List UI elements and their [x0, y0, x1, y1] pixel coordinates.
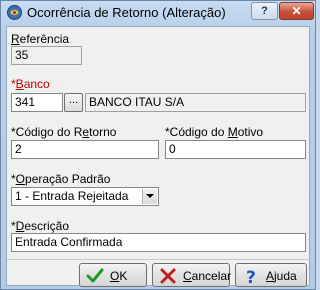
dropdown-button[interactable] — [142, 189, 157, 204]
chevron-down-icon — [146, 194, 154, 198]
banco-code-input[interactable]: 341 — [11, 93, 63, 112]
title-bar[interactable]: Ocorrência de Retorno (Alteração) ? ✕ — [1, 1, 315, 25]
operacao-padrao-select[interactable]: 1 - Entrada Rejeitada — [11, 187, 159, 206]
cancelar-label: Cancelar — [183, 269, 232, 283]
title-close-button[interactable]: ✕ — [279, 2, 314, 20]
codigo-retorno-label: *Código do Retorno — [11, 125, 117, 139]
x-icon — [160, 268, 176, 284]
operacao-padrao-label: *Operação Padrão — [11, 172, 111, 186]
check-icon — [86, 268, 104, 283]
window-title: Ocorrência de Retorno (Alteração) — [27, 5, 226, 20]
ok-button[interactable]: OK — [79, 263, 147, 287]
svg-text:?: ? — [246, 268, 256, 285]
ok-label: OK — [110, 269, 128, 283]
operacao-padrao-value: 1 - Entrada Rejeitada — [15, 189, 129, 203]
codigo-retorno-input[interactable]: 2 — [11, 140, 159, 159]
cancelar-button[interactable]: Cancelar — [152, 263, 232, 287]
form-panel: Referência 35 *Banco 341 ... BANCO ITAU … — [6, 26, 310, 287]
descricao-label: *Descrição — [11, 219, 70, 233]
banco-name-field: BANCO ITAU S/A — [85, 93, 306, 112]
dialog-window: Ocorrência de Retorno (Alteração) ? ✕ Re… — [0, 0, 316, 290]
banco-label: *Banco — [11, 77, 50, 91]
ajuda-label: Ajuda — [266, 269, 297, 283]
banco-lookup-button[interactable]: ... — [64, 93, 83, 112]
referencia-label: Referência — [11, 32, 70, 46]
title-help-button[interactable]: ? — [251, 2, 278, 20]
help-icon: ? — [246, 268, 256, 285]
referencia-field: 35 — [11, 46, 82, 65]
ajuda-button[interactable]: ? Ajuda — [235, 263, 307, 287]
descricao-input[interactable]: Entrada Confirmada — [11, 233, 306, 252]
codigo-motivo-label: *Código do Motivo — [165, 125, 264, 139]
button-bar: OK Cancelar ? Ajuda — [7, 259, 309, 287]
app-icon — [7, 5, 22, 20]
codigo-motivo-input[interactable]: 0 — [165, 140, 306, 159]
